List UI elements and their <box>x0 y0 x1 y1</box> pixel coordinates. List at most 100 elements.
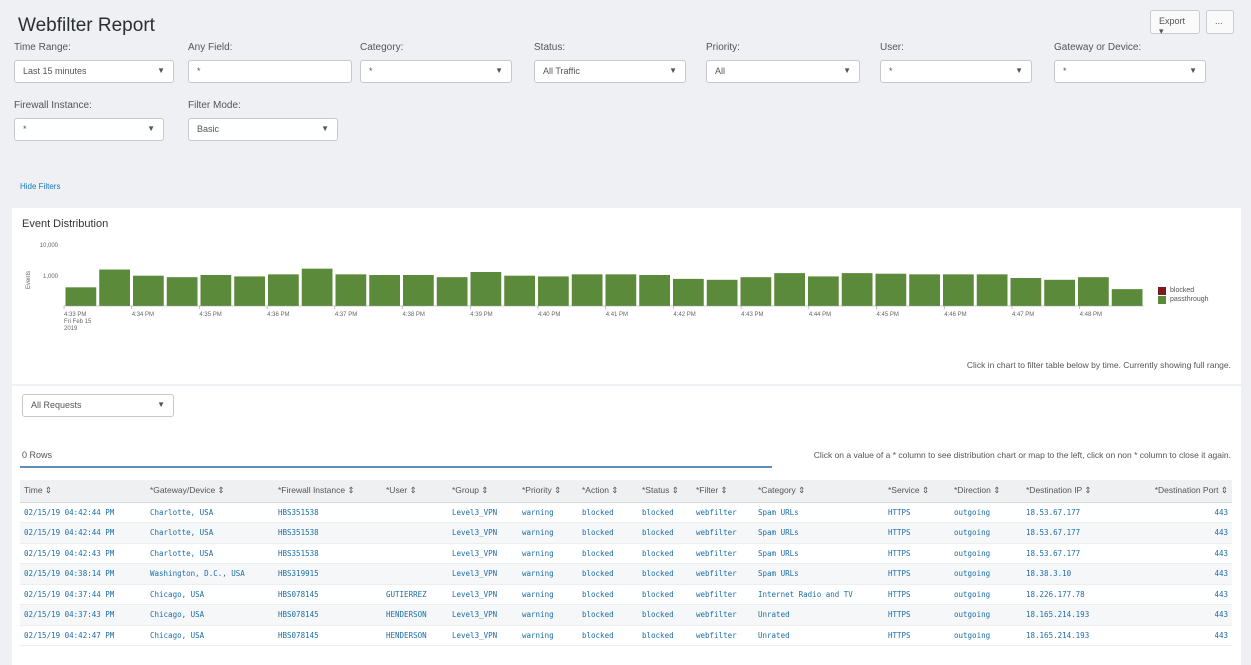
table-cell[interactable]: Level3_VPN <box>448 502 518 523</box>
chart-bar[interactable] <box>673 278 704 306</box>
column-header[interactable]: *Status ⇕ <box>638 480 692 503</box>
table-cell[interactable]: HENDERSON <box>382 625 448 646</box>
chart-bar[interactable] <box>65 287 97 306</box>
chart-bar[interactable] <box>470 271 502 306</box>
legend-item[interactable]: passthrough <box>1158 295 1209 304</box>
table-cell[interactable]: webfilter <box>692 625 754 646</box>
category-select[interactable]: * ▼ <box>360 60 512 83</box>
table-row[interactable]: 02/15/19 04:42:47 PM Chicago, USA HBS07814… <box>20 625 1232 646</box>
table-cell[interactable]: outgoing <box>950 543 1022 564</box>
chart-bar[interactable] <box>605 274 637 306</box>
table-cell[interactable]: warning <box>518 543 578 564</box>
table-cell[interactable]: 02/15/19 04:42:47 PM <box>20 625 146 646</box>
table-cell[interactable] <box>382 522 448 544</box>
table-cell[interactable]: outgoing <box>950 604 1022 626</box>
chart-bar[interactable] <box>1078 277 1109 306</box>
table-cell[interactable]: HTTPS <box>884 563 950 585</box>
status-select[interactable]: All Traffic ▼ <box>534 60 686 83</box>
table-cell[interactable]: HBS319915 <box>274 563 382 585</box>
table-cell[interactable]: 18.226.177.78 <box>1022 584 1130 605</box>
column-header[interactable]: *Priority ⇕ <box>518 480 578 503</box>
table-cell[interactable]: Chicago, USA <box>146 604 274 626</box>
table-cell[interactable]: 02/15/19 04:42:44 PM <box>20 502 146 523</box>
table-cell[interactable]: 443 <box>1130 543 1232 564</box>
table-cell[interactable]: blocked <box>578 563 638 585</box>
table-cell[interactable]: warning <box>518 502 578 523</box>
table-cell[interactable]: warning <box>518 604 578 626</box>
chart-bar[interactable] <box>99 269 130 306</box>
more-button[interactable]: ... <box>1206 10 1234 34</box>
chart-bar[interactable] <box>133 275 164 306</box>
table-cell[interactable]: 02/15/19 04:38:14 PM <box>20 563 146 585</box>
table-cell[interactable]: outgoing <box>950 625 1022 646</box>
table-cell[interactable]: warning <box>518 563 578 585</box>
chart-bar[interactable] <box>1111 289 1143 306</box>
filter-mode-select[interactable]: Basic ▼ <box>188 118 338 141</box>
table-cell[interactable]: Spam URLs <box>754 522 884 544</box>
table-cell[interactable]: Level3_VPN <box>448 584 518 605</box>
table-cell[interactable]: HTTPS <box>884 522 950 544</box>
table-cell[interactable]: webfilter <box>692 604 754 626</box>
chart-bar[interactable] <box>976 274 1008 306</box>
table-cell[interactable]: 02/15/19 04:37:43 PM <box>20 604 146 626</box>
chart-bar[interactable] <box>639 275 670 306</box>
chart-bar[interactable] <box>841 273 873 306</box>
table-cell[interactable]: warning <box>518 522 578 544</box>
chart-bar[interactable] <box>504 275 535 306</box>
column-header[interactable]: Time ⇕ <box>20 480 146 503</box>
table-cell[interactable]: 18.53.67.177 <box>1022 543 1130 564</box>
table-cell[interactable]: Level3_VPN <box>448 604 518 626</box>
column-header[interactable]: *Destination Port ⇕ <box>1130 480 1232 503</box>
table-cell[interactable]: webfilter <box>692 502 754 523</box>
table-cell[interactable]: 443 <box>1130 604 1232 626</box>
gateway-select[interactable]: * ▼ <box>1054 60 1206 83</box>
column-header[interactable]: *Firewall Instance ⇕ <box>274 480 382 503</box>
column-header[interactable]: *Action ⇕ <box>578 480 638 503</box>
time-range-select[interactable]: Last 15 minutes ▼ <box>14 60 174 83</box>
table-cell[interactable]: 443 <box>1130 584 1232 605</box>
column-header[interactable]: *User ⇕ <box>382 480 448 503</box>
chart-bar[interactable] <box>335 274 367 306</box>
table-cell[interactable]: blocked <box>638 584 692 605</box>
table-cell[interactable]: Unrated <box>754 604 884 626</box>
table-cell[interactable]: Charlotte, USA <box>146 502 274 523</box>
table-cell[interactable]: webfilter <box>692 563 754 585</box>
table-cell[interactable]: Level3_VPN <box>448 625 518 646</box>
table-cell[interactable]: Internet Radio and TV <box>754 584 884 605</box>
table-cell[interactable]: blocked <box>578 522 638 544</box>
table-cell[interactable]: Charlotte, USA <box>146 543 274 564</box>
table-cell[interactable]: 443 <box>1130 522 1232 544</box>
column-header[interactable]: *Group ⇕ <box>448 480 518 503</box>
table-cell[interactable]: 18.53.67.177 <box>1022 522 1130 544</box>
column-header[interactable]: *Service ⇕ <box>884 480 950 503</box>
table-cell[interactable]: blocked <box>638 543 692 564</box>
table-cell[interactable]: outgoing <box>950 563 1022 585</box>
table-cell[interactable]: Chicago, USA <box>146 625 274 646</box>
table-cell[interactable]: 443 <box>1130 563 1232 585</box>
table-cell[interactable]: 18.38.3.10 <box>1022 563 1130 585</box>
chart-bar[interactable] <box>166 277 198 306</box>
table-cell[interactable] <box>382 563 448 585</box>
table-cell[interactable]: HTTPS <box>884 502 950 523</box>
table-row[interactable]: 02/15/19 04:37:44 PM Chicago, USA HBS07814… <box>20 584 1232 605</box>
table-cell[interactable]: Spam URLs <box>754 502 884 523</box>
column-header[interactable]: *Gateway/Device ⇕ <box>146 480 274 503</box>
table-cell[interactable]: Charlotte, USA <box>146 522 274 544</box>
table-cell[interactable]: warning <box>518 625 578 646</box>
table-cell[interactable]: HBS078145 <box>274 625 382 646</box>
table-cell[interactable]: blocked <box>578 502 638 523</box>
chart-bar[interactable] <box>875 273 907 306</box>
requests-select[interactable]: All Requests ▼ <box>22 394 174 417</box>
table-cell[interactable]: webfilter <box>692 522 754 544</box>
chart-bar[interactable] <box>200 275 232 306</box>
table-cell[interactable]: 02/15/19 04:42:44 PM <box>20 522 146 544</box>
firewall-select[interactable]: * ▼ <box>14 118 164 141</box>
table-cell[interactable]: warning <box>518 584 578 605</box>
chart-bar[interactable] <box>774 273 805 306</box>
table-row[interactable]: 02/15/19 04:42:44 PM Charlotte, USA HBS351… <box>20 502 1232 523</box>
table-cell[interactable]: blocked <box>638 604 692 626</box>
table-cell[interactable]: blocked <box>578 604 638 626</box>
table-cell[interactable]: HBS351538 <box>274 543 382 564</box>
table-cell[interactable]: Spam URLs <box>754 563 884 585</box>
table-cell[interactable]: 18.165.214.193 <box>1022 625 1130 646</box>
